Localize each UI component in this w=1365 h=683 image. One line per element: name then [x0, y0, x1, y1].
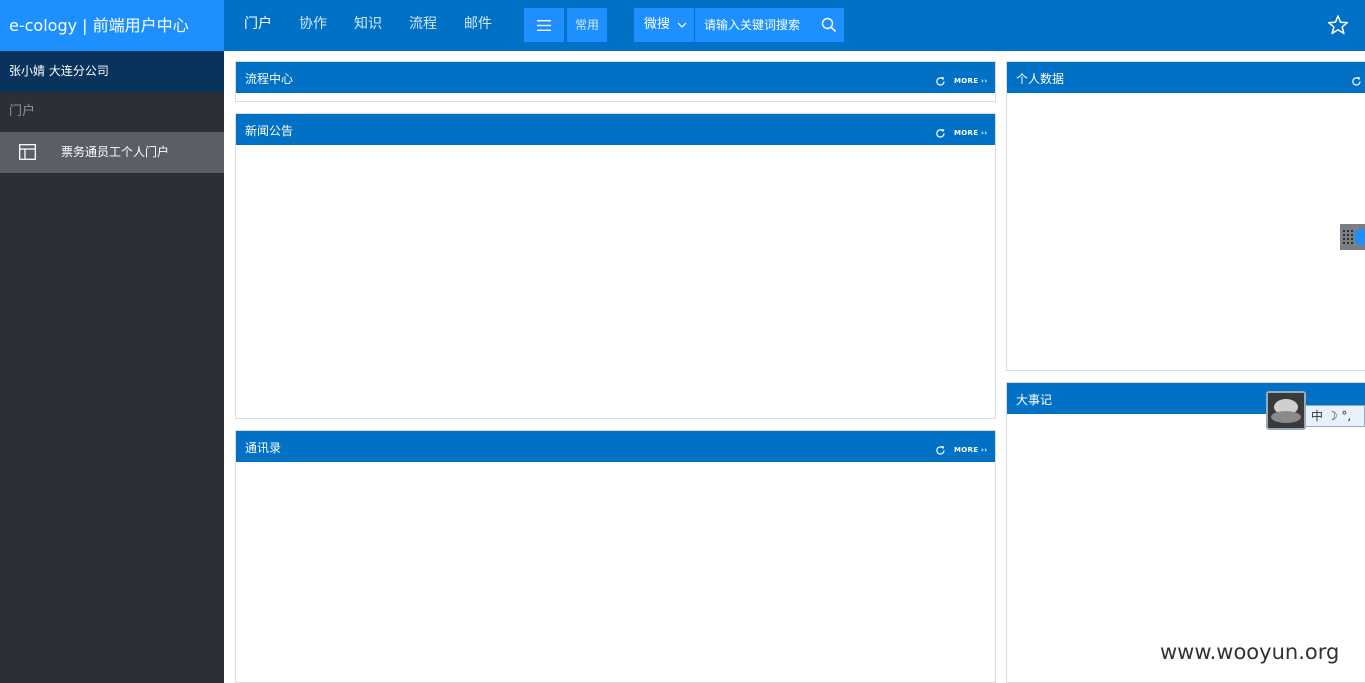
- nav-item-collaboration[interactable]: 协作: [289, 0, 337, 51]
- ime-avatar[interactable]: [1266, 391, 1306, 430]
- panel-header: 个人数据: [1007, 62, 1365, 93]
- search-type-dropdown[interactable]: 微搜: [634, 8, 695, 42]
- panel-personal-data: 个人数据: [1006, 61, 1365, 371]
- common-button[interactable]: 常用: [567, 8, 607, 42]
- search-input[interactable]: [696, 8, 812, 42]
- nav-item-mail[interactable]: 邮件: [454, 0, 502, 51]
- panel-title: 新闻公告: [245, 124, 294, 138]
- panel-news: 新闻公告 MORE ››: [235, 113, 996, 419]
- app-title[interactable]: e-cology | 前端用户中心: [0, 0, 224, 51]
- panel-header: 流程中心 MORE ››: [236, 62, 995, 93]
- search-type-label: 微搜: [644, 17, 671, 32]
- ime-toolbar[interactable]: 中 ☽ °,: [1266, 391, 1365, 430]
- refresh-icon[interactable]: [1351, 76, 1362, 87]
- search-icon: [821, 17, 837, 33]
- refresh-icon[interactable]: [935, 445, 946, 456]
- watermark: www.wooyun.org: [1160, 640, 1340, 664]
- nav-item-portal[interactable]: 门户: [234, 0, 282, 51]
- hamburger-icon: [537, 19, 551, 31]
- main-nav: 门户 协作 知识 流程 邮件: [234, 0, 509, 51]
- more-link[interactable]: MORE ››: [954, 129, 987, 137]
- floating-tool-button[interactable]: [1340, 224, 1365, 250]
- menu-button[interactable]: [524, 8, 564, 42]
- refresh-icon[interactable]: [935, 76, 946, 87]
- nav-item-workflow[interactable]: 流程: [399, 0, 447, 51]
- more-link[interactable]: MORE ››: [954, 446, 987, 454]
- panel-title: 大事记: [1016, 393, 1053, 407]
- grid-icon: [1343, 230, 1353, 244]
- sidebar-item-label: 票务通员工个人门户: [61, 145, 170, 159]
- panel-header: 通讯录 MORE ››: [236, 431, 995, 462]
- search-box: 微搜: [634, 8, 844, 42]
- nav-item-knowledge[interactable]: 知识: [344, 0, 392, 51]
- star-icon[interactable]: [1327, 14, 1349, 36]
- widget-tab: [1355, 229, 1365, 245]
- layout-icon: [19, 144, 36, 160]
- search-button[interactable]: [814, 8, 844, 42]
- panel-title: 流程中心: [245, 72, 294, 86]
- more-link[interactable]: MORE ››: [954, 77, 987, 85]
- chevron-down-icon: [677, 22, 687, 28]
- panel-title: 通讯录: [245, 441, 282, 455]
- refresh-icon[interactable]: [935, 128, 946, 139]
- panel-title: 个人数据: [1016, 72, 1065, 86]
- avatar-image-icon: [1268, 393, 1304, 428]
- top-bar: e-cology | 前端用户中心 门户 协作 知识 流程 邮件 常用 微搜: [0, 0, 1365, 51]
- sidebar-item-personal-portal[interactable]: 票务通员工个人门户: [0, 132, 224, 173]
- panel-header: 新闻公告 MORE ››: [236, 114, 995, 145]
- panel-workflow-center: 流程中心 MORE ››: [235, 61, 996, 102]
- ime-mode-bar[interactable]: 中 ☽ °,: [1306, 405, 1365, 427]
- sidebar-section-title: 门户: [9, 104, 36, 119]
- panel-contacts: 通讯录 MORE ››: [235, 430, 996, 683]
- sidebar: 张小婧 大连分公司 门户 票务通员工个人门户: [0, 51, 224, 683]
- user-info[interactable]: 张小婧 大连分公司: [0, 51, 224, 92]
